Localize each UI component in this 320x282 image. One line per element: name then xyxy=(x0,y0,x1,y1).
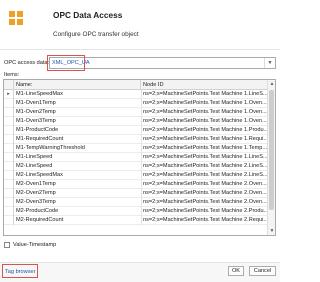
table-row[interactable]: M1-RequiredCount ns=2;s=MachineSetPoints.… xyxy=(4,135,268,144)
items-grid[interactable]: Name: Node ID ▸ M1-LineSpeedMax ns=2;s=Mac… xyxy=(3,79,276,236)
vertical-scrollbar[interactable]: ▲ ▼ xyxy=(267,80,275,235)
grid-header-gutter xyxy=(4,80,14,90)
cell-name: M1-LineSpeedMax xyxy=(16,91,63,97)
column-divider xyxy=(141,108,142,117)
table-row[interactable]: M1-TempWarningThreshold ns=2;s=MachineSet… xyxy=(4,144,268,153)
table-row[interactable]: M2-Oven2Temp ns=2;s=MachineSetPoints.Test… xyxy=(4,189,268,198)
row-gutter[interactable] xyxy=(4,135,14,144)
row-gutter[interactable] xyxy=(4,171,14,180)
table-row[interactable]: M2-Oven1Temp ns=2;s=MachineSetPoints.Test… xyxy=(4,180,268,189)
column-divider xyxy=(141,153,142,162)
column-divider xyxy=(141,126,142,135)
column-divider xyxy=(141,135,142,144)
column-divider xyxy=(141,162,142,171)
column-divider xyxy=(141,207,142,216)
row-gutter[interactable] xyxy=(4,126,14,135)
table-row[interactable]: M1-Oven3Temp ns=2;s=MachineSetPoints.Test… xyxy=(4,117,268,126)
cell-name: M1-Oven2Temp xyxy=(16,109,56,115)
cell-name: M1-TempWarningThreshold xyxy=(16,145,85,151)
row-gutter[interactable] xyxy=(4,207,14,216)
cell-node-id: ns=2;s=MachineSetPoints.Test Machine 1.T… xyxy=(143,145,267,151)
row-gutter[interactable] xyxy=(4,189,14,198)
cell-name: M1-Oven3Temp xyxy=(16,118,56,124)
cell-name: M2-Oven2Temp xyxy=(16,190,56,196)
column-divider xyxy=(141,144,142,153)
column-divider xyxy=(141,216,142,225)
cell-node-id: ns=2;s=MachineSetPoints.Test Machine 2.O… xyxy=(143,199,267,205)
scrollbar-thumb[interactable] xyxy=(269,90,274,210)
row-gutter[interactable] xyxy=(4,162,14,171)
column-divider xyxy=(141,117,142,126)
cancel-button[interactable]: Cancel xyxy=(249,266,276,276)
items-label: Items: xyxy=(4,72,20,78)
table-row[interactable]: M2-Oven3Temp ns=2;s=MachineSetPoints.Test… xyxy=(4,198,268,207)
cell-node-id: ns=2;s=MachineSetPoints.Test Machine 1.O… xyxy=(143,118,267,124)
column-divider xyxy=(141,99,142,108)
column-divider xyxy=(141,90,142,99)
value-timestamp-option[interactable]: Value-Timestamp xyxy=(4,240,56,249)
chevron-down-icon[interactable]: ▼ xyxy=(264,58,275,68)
cell-name: M2-LineSpeedMax xyxy=(16,172,63,178)
row-gutter[interactable] xyxy=(4,99,14,108)
cell-name: M2-RequiredCount xyxy=(16,217,64,223)
cell-node-id: ns=2;s=MachineSetPoints.Test Machine 2.R… xyxy=(143,217,267,223)
cell-name: M2-Oven1Temp xyxy=(16,181,56,187)
table-row[interactable]: M2-LineSpeed ns=2;s=MachineSetPoints.Test… xyxy=(4,162,268,171)
column-header-node-id[interactable]: Node ID xyxy=(141,80,268,90)
column-divider xyxy=(141,198,142,207)
access-value-highlight xyxy=(47,55,85,71)
cell-name: M1-ProductCode xyxy=(16,127,59,133)
opc-access-data-label: OPC access data: xyxy=(4,60,50,66)
column-divider xyxy=(141,180,142,189)
ok-button[interactable]: OK xyxy=(228,266,244,276)
cell-name: M2-ProductCode xyxy=(16,208,59,214)
grid-header: Name: Node ID xyxy=(4,80,268,90)
cell-name: M2-Oven3Temp xyxy=(16,199,56,205)
cell-node-id: ns=2;s=MachineSetPoints.Test Machine 1.O… xyxy=(143,109,267,115)
cell-node-id: ns=2;s=MachineSetPoints.Test Machine 1.O… xyxy=(143,100,267,106)
table-row[interactable]: M1-LineSpeed ns=2;s=MachineSetPoints.Test… xyxy=(4,153,268,162)
opc-data-access-icon xyxy=(9,11,23,25)
row-gutter[interactable] xyxy=(4,117,14,126)
column-header-name[interactable]: Name: xyxy=(14,80,141,90)
cell-node-id: ns=2;s=MachineSetPoints.Test Machine 2.P… xyxy=(143,208,267,214)
cell-name: M1-Oven1Temp xyxy=(16,100,56,106)
dialog-header: OPC Data Access Configure OPC transfer o… xyxy=(0,0,280,50)
scroll-up-icon[interactable]: ▲ xyxy=(268,80,275,88)
column-divider xyxy=(141,189,142,198)
cell-node-id: ns=2;s=MachineSetPoints.Test Machine 1.L… xyxy=(143,154,267,160)
row-gutter[interactable] xyxy=(4,144,14,153)
column-divider xyxy=(141,171,142,180)
row-gutter[interactable] xyxy=(4,180,14,189)
row-gutter[interactable] xyxy=(4,198,14,207)
cell-node-id: ns=2;s=MachineSetPoints.Test Machine 2.O… xyxy=(143,190,267,196)
scroll-down-icon[interactable]: ▼ xyxy=(268,227,275,235)
cell-node-id: ns=2;s=MachineSetPoints.Test Machine 1.R… xyxy=(143,136,267,142)
table-row[interactable]: M1-Oven1Temp ns=2;s=MachineSetPoints.Test… xyxy=(4,99,268,108)
table-row[interactable]: M2-ProductCode ns=2;s=MachineSetPoints.Te… xyxy=(4,207,268,216)
cell-name: M2-LineSpeed xyxy=(16,163,53,169)
row-gutter[interactable] xyxy=(4,216,14,225)
cell-node-id: ns=2;s=MachineSetPoints.Test Machine 2.L… xyxy=(143,172,267,178)
value-timestamp-label: Value-Timestamp xyxy=(13,241,57,248)
dialog-subtitle: Configure OPC transfer object xyxy=(53,31,139,38)
cell-node-id: ns=2;s=MachineSetPoints.Test Machine 2.O… xyxy=(143,181,267,187)
cell-name: M1-RequiredCount xyxy=(16,136,64,142)
value-timestamp-checkbox[interactable] xyxy=(4,241,10,248)
table-row[interactable]: M2-RequiredCount ns=2;s=MachineSetPoints.… xyxy=(4,216,268,225)
cell-node-id: ns=2;s=MachineSetPoints.Test Machine 2.L… xyxy=(143,163,267,169)
dialog-title: OPC Data Access xyxy=(53,10,123,20)
table-row[interactable]: M1-ProductCode ns=2;s=MachineSetPoints.Te… xyxy=(4,126,268,135)
table-row[interactable]: M2-LineSpeedMax ns=2;s=MachineSetPoints.T… xyxy=(4,171,268,180)
grid-rows: ▸ M1-LineSpeedMax ns=2;s=MachineSetPoints.… xyxy=(4,90,268,225)
cell-node-id: ns=2;s=MachineSetPoints.Test Machine 1.L… xyxy=(143,91,267,97)
row-gutter[interactable] xyxy=(4,108,14,117)
table-row[interactable]: M1-Oven2Temp ns=2;s=MachineSetPoints.Test… xyxy=(4,108,268,117)
row-gutter[interactable] xyxy=(4,153,14,162)
tag-browser-highlight xyxy=(2,264,38,278)
cell-name: M1-LineSpeed xyxy=(16,154,53,160)
row-expand-icon[interactable]: ▸ xyxy=(4,90,14,99)
cell-node-id: ns=2;s=MachineSetPoints.Test Machine 1.P… xyxy=(143,127,267,133)
table-row[interactable]: ▸ M1-LineSpeedMax ns=2;s=MachineSetPoints.… xyxy=(4,90,268,99)
